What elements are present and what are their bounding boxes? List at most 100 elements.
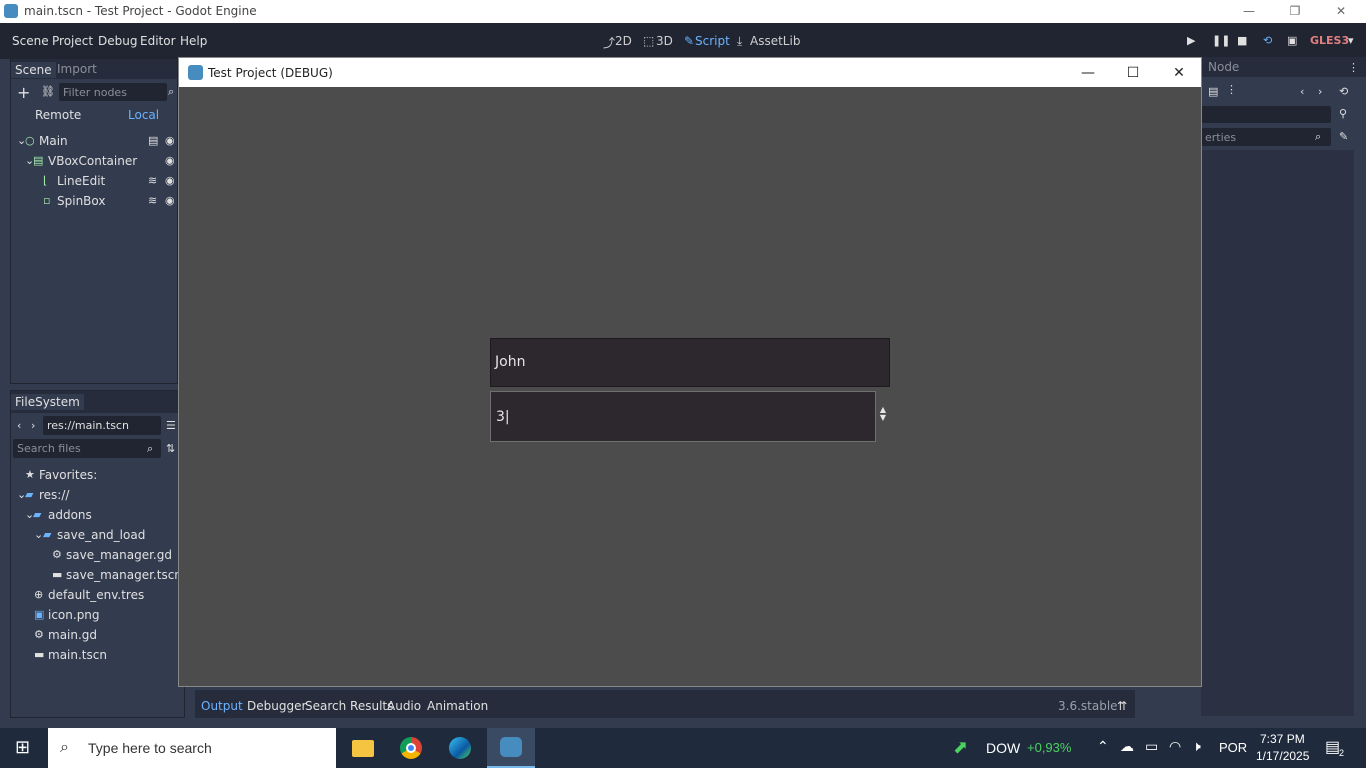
godot-taskbar-icon[interactable] xyxy=(487,728,535,768)
visibility-icon[interactable]: ◉ xyxy=(165,134,175,147)
menu-help[interactable]: Help xyxy=(180,34,207,48)
workspace-2d[interactable]: 2D xyxy=(615,34,632,48)
stop-icon[interactable]: ■ xyxy=(1237,34,1247,47)
local-tab[interactable]: Local xyxy=(128,108,159,122)
notification-icon[interactable]: ▤ xyxy=(1325,737,1340,757)
add-node-icon[interactable]: + xyxy=(17,83,30,102)
pause-icon[interactable]: ❚❚ xyxy=(1212,34,1230,47)
node-main[interactable]: Main xyxy=(39,134,68,148)
save-icon[interactable]: ▤ xyxy=(1208,85,1218,98)
tab-debugger[interactable]: Debugger xyxy=(247,699,306,713)
tab-output[interactable]: Output xyxy=(201,699,243,713)
game-close-button[interactable]: ✕ xyxy=(1164,62,1194,84)
stock-name[interactable]: DOW xyxy=(986,740,1020,756)
taskbar-search[interactable]: ⌕ Type here to search xyxy=(48,728,336,768)
play-icon[interactable]: ▶ xyxy=(1187,34,1195,47)
tab-search-results[interactable]: Search Results xyxy=(305,699,393,713)
chevron-down-icon[interactable]: ⌄ xyxy=(34,528,43,541)
menu-project[interactable]: Project xyxy=(52,34,93,48)
favorites-item[interactable]: Favorites: xyxy=(39,468,97,482)
volume-icon[interactable]: 🕨 xyxy=(1192,738,1201,755)
stock-chart-icon: ⬈ xyxy=(953,737,969,757)
visibility-icon[interactable]: ◉ xyxy=(165,174,175,187)
signal-icon[interactable]: ≋ xyxy=(148,194,157,207)
node-lineedit[interactable]: LineEdit xyxy=(57,174,105,188)
minimize-button[interactable]: — xyxy=(1226,0,1272,23)
file-explorer-icon[interactable] xyxy=(338,728,386,768)
forward-icon[interactable]: › xyxy=(31,419,35,432)
spin-arrows[interactable]: ▲ ▼ xyxy=(877,406,889,426)
file-save-manager-tscn[interactable]: save_manager.tscn xyxy=(66,568,182,582)
stock-change[interactable]: +0,93% xyxy=(1027,740,1071,755)
history-icon[interactable]: ⟲ xyxy=(1339,85,1348,98)
filter-nodes-input[interactable]: Filter nodes xyxy=(59,83,167,101)
clock-date[interactable]: 1/17/2025 xyxy=(1256,749,1309,763)
tab-scene[interactable]: Scene xyxy=(11,62,56,78)
tab-filesystem[interactable]: FileSystem xyxy=(11,394,84,410)
menu-debug[interactable]: Debug xyxy=(98,34,137,48)
search-icon: ⌕ xyxy=(60,737,69,756)
bottom-panel: Output Debugger Search Results Audio Ani… xyxy=(195,690,1135,718)
forward-icon[interactable]: › xyxy=(1318,85,1322,98)
folder-addons[interactable]: addons xyxy=(48,508,92,522)
path-field[interactable]: res://main.tscn xyxy=(43,416,161,435)
tab-audio[interactable]: Audio xyxy=(387,699,421,713)
expand-panel-icon[interactable]: ⇈ xyxy=(1117,699,1127,713)
restore-button[interactable]: ❐ xyxy=(1272,0,1318,23)
spin-box[interactable]: 3| xyxy=(490,391,876,442)
reload-icon[interactable]: ⟲ xyxy=(1263,34,1272,47)
remote-tab[interactable]: Remote xyxy=(35,108,81,122)
menu-dots-icon[interactable]: ⋮ xyxy=(1226,83,1237,96)
node-spinbox[interactable]: SpinBox xyxy=(57,194,105,208)
search-files-input[interactable]: Search files xyxy=(13,439,161,458)
signal-icon[interactable]: ≋ xyxy=(148,174,157,187)
language-indicator[interactable]: POR xyxy=(1219,740,1247,755)
script-icon[interactable]: ▤ xyxy=(148,134,158,147)
split-mode-icon[interactable]: ☰ xyxy=(166,419,176,432)
workspace-assetlib[interactable]: AssetLib xyxy=(750,34,800,48)
renderer-dropdown-icon[interactable]: ▾ xyxy=(1348,34,1354,47)
clock-time[interactable]: 7:37 PM xyxy=(1260,732,1305,746)
edge-icon[interactable] xyxy=(436,728,484,768)
node-vboxcontainer[interactable]: VBoxContainer xyxy=(48,154,137,168)
chrome-icon[interactable] xyxy=(387,728,435,768)
back-icon[interactable]: ‹ xyxy=(1300,85,1304,98)
visibility-icon[interactable]: ◉ xyxy=(165,154,175,167)
file-main-tscn[interactable]: main.tscn xyxy=(48,648,107,662)
sort-icon[interactable]: ⇅ xyxy=(166,442,175,455)
renderer-label[interactable]: GLES3 xyxy=(1310,34,1349,47)
chevron-up-icon[interactable]: ⌃ xyxy=(1097,738,1109,755)
file-save-manager-gd[interactable]: save_manager.gd xyxy=(66,548,172,562)
file-icon-png[interactable]: icon.png xyxy=(48,608,100,622)
menu-editor[interactable]: Editor xyxy=(140,34,176,48)
link-icon[interactable]: ⛓ xyxy=(41,85,55,98)
file-main-gd[interactable]: main.gd xyxy=(48,628,97,642)
folder-save-and-load[interactable]: save_and_load xyxy=(57,528,145,542)
tab-animation[interactable]: Animation xyxy=(427,699,488,713)
windows-start-icon[interactable]: ⊞ xyxy=(15,737,30,758)
game-maximize-button[interactable]: ☐ xyxy=(1118,62,1148,84)
tool-icon[interactable]: ✎ xyxy=(1339,130,1348,143)
play-scene-icon[interactable]: ▣ xyxy=(1287,34,1297,47)
workspace-3d[interactable]: 3D xyxy=(656,34,673,48)
game-minimize-button[interactable]: — xyxy=(1073,62,1103,84)
star-icon: ★ xyxy=(25,468,35,481)
line-edit[interactable]: John xyxy=(490,338,890,387)
more-icon[interactable]: ⋮ xyxy=(1348,61,1359,74)
tab-node[interactable]: Node xyxy=(1208,60,1239,74)
close-button[interactable]: ✕ xyxy=(1318,0,1364,23)
battery-icon[interactable]: ▭ xyxy=(1145,738,1158,755)
back-icon[interactable]: ‹ xyxy=(17,419,21,432)
inspector-path[interactable] xyxy=(1201,106,1331,123)
res-root-item[interactable]: res:// xyxy=(39,488,69,502)
workspace-script[interactable]: Script xyxy=(695,34,730,48)
tab-import[interactable]: Import xyxy=(57,62,97,76)
menu-scene[interactable]: Scene xyxy=(12,34,49,48)
filter-properties-input[interactable]: erties xyxy=(1201,128,1331,146)
visibility-icon[interactable]: ◉ xyxy=(165,194,175,207)
onedrive-icon[interactable]: ☁ xyxy=(1120,738,1134,755)
spin-down-icon[interactable]: ▼ xyxy=(877,414,889,422)
tool-icon[interactable]: ⚲ xyxy=(1339,107,1347,120)
wifi-icon[interactable]: ◠ xyxy=(1169,738,1181,755)
file-default-env[interactable]: default_env.tres xyxy=(48,588,144,602)
